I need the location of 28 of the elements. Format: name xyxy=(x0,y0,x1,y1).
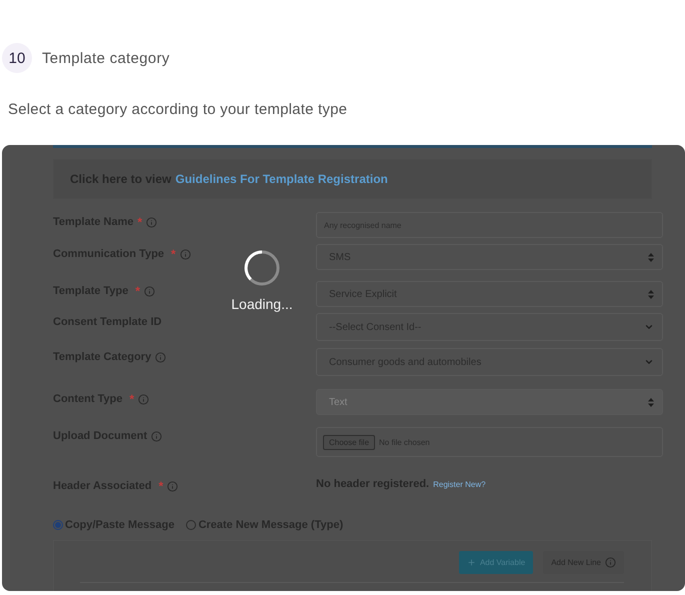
plus-icon xyxy=(466,558,476,567)
sort-arrows-icon xyxy=(648,290,654,298)
required-mark: * xyxy=(171,247,176,261)
info-icon xyxy=(605,557,616,568)
loading-text: Loading... xyxy=(231,296,293,312)
register-link[interactable]: Register New? xyxy=(433,480,486,489)
subtitle: Select a category according to your template type xyxy=(8,101,348,118)
required-mark: * xyxy=(129,392,134,406)
required-mark: * xyxy=(158,479,164,493)
info-icon xyxy=(151,430,162,442)
radio-button[interactable] xyxy=(186,520,196,530)
info-icon xyxy=(155,352,166,362)
sort-arrows-icon xyxy=(648,398,654,406)
info-icon xyxy=(138,394,150,404)
chevron-down-icon xyxy=(644,357,654,367)
chevron-down-icon xyxy=(644,322,654,332)
loading-spinner-icon xyxy=(243,249,281,287)
required-mark: * xyxy=(138,215,142,229)
sort-arrows-icon xyxy=(648,252,654,262)
info-icon xyxy=(180,248,191,260)
step-title: Template category xyxy=(42,50,170,66)
required-mark: * xyxy=(135,284,140,298)
info-icon xyxy=(146,216,158,228)
step-number: 10 xyxy=(2,43,32,73)
info-icon xyxy=(167,480,178,492)
info-icon xyxy=(144,286,156,296)
guidelines-link[interactable]: Guidelines For Template Registration xyxy=(175,172,388,186)
radio-button[interactable] xyxy=(53,520,63,530)
